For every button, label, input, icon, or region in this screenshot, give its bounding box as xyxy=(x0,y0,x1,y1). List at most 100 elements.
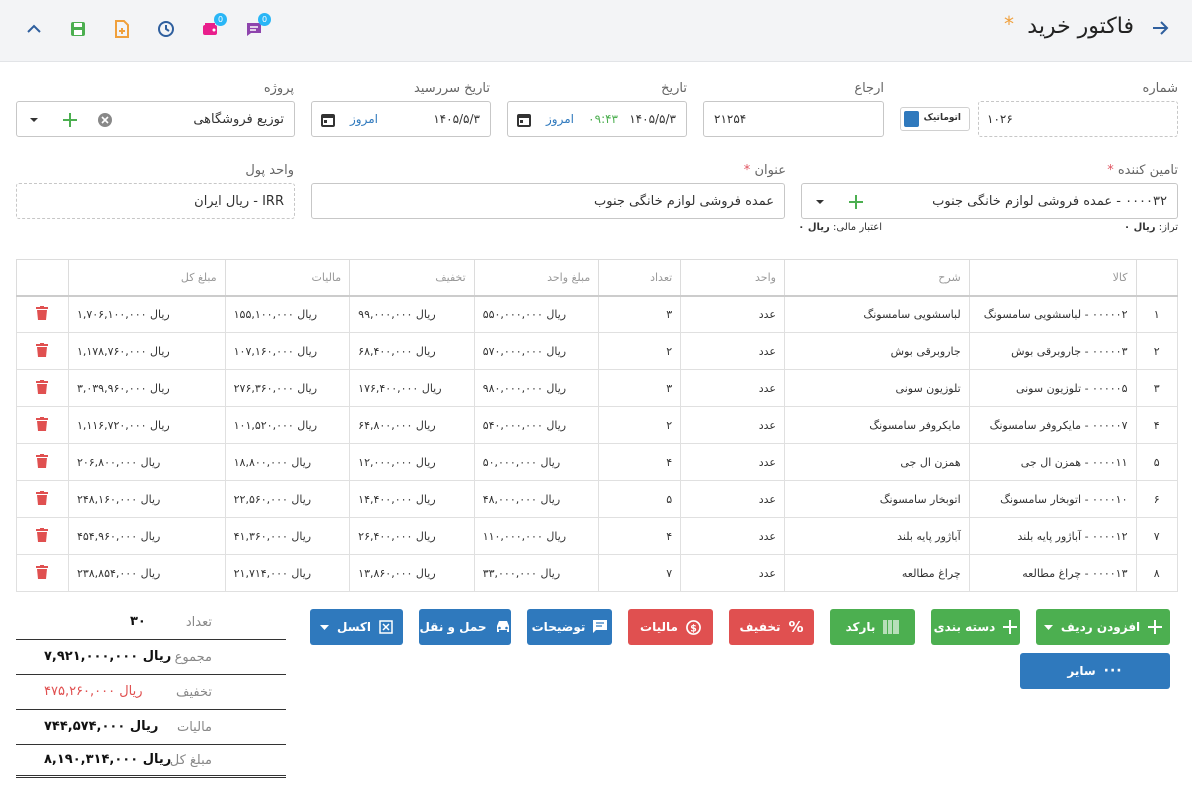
cell-item[interactable]: ۰۰۰۰۱۳ - چراغ مطالعه xyxy=(968,554,1137,592)
chevron-up-icon[interactable] xyxy=(24,19,44,39)
cell-qty[interactable]: ۲ xyxy=(598,332,682,370)
cell-tax[interactable]: ریال ۲۷۶,۳۶۰,۰۰۰ xyxy=(224,369,351,407)
trash-icon[interactable] xyxy=(36,416,49,431)
date-today-link[interactable]: امروز xyxy=(546,112,574,126)
delete-cell[interactable] xyxy=(16,480,69,518)
add-file-icon[interactable] xyxy=(112,19,132,39)
cell-discount[interactable]: ریال ۶۸,۴۰۰,۰۰۰ xyxy=(349,332,475,370)
delete-cell[interactable] xyxy=(16,295,69,333)
cell-tax[interactable]: ریال ۴۱,۳۶۰,۰۰۰ xyxy=(224,517,351,555)
cell-price[interactable]: ریال ۹۸۰,۰۰۰,۰۰۰ xyxy=(473,369,600,407)
cell-total[interactable]: ریال ۳,۰۳۹,۹۶۰,۰۰۰ xyxy=(67,369,226,407)
back-arrow-icon[interactable] xyxy=(1150,18,1170,38)
trash-icon[interactable] xyxy=(36,379,49,394)
cell-qty[interactable]: ۲ xyxy=(598,406,682,444)
delete-cell[interactable] xyxy=(16,517,69,555)
cell-tax[interactable]: ریال ۱۵۵,۱۰۰,۰۰۰ xyxy=(224,295,351,333)
table-row[interactable]: ۶ ۰۰۰۰۱۰ - اتوبخار سامسونگ اتوبخار سامسونگ… xyxy=(16,480,1178,518)
cell-price[interactable]: ریال ۱۱۰,۰۰۰,۰۰۰ xyxy=(473,517,600,555)
table-row[interactable]: ۱ ۰۰۰۰۰۲ - لباسشویی سامسونگ لباسشویی سامسو… xyxy=(16,295,1178,333)
cell-discount[interactable]: ریال ۱۴,۴۰۰,۰۰۰ xyxy=(349,480,475,518)
cell-item[interactable]: ۰۰۰۰۰۷ - مایکروفر سامسونگ xyxy=(968,406,1137,444)
cell-item[interactable]: ۰۰۰۰۰۳ - جاروبرقی بوش xyxy=(968,332,1137,370)
cell-desc[interactable]: مایکروفر سامسونگ xyxy=(783,406,970,444)
cell-unit[interactable]: عدد xyxy=(680,406,785,444)
table-row[interactable]: ۴ ۰۰۰۰۰۷ - مایکروفر سامسونگ مایکروفر سامسو… xyxy=(16,406,1178,444)
cell-discount[interactable]: ریال ۱۷۶,۴۰۰,۰۰۰ xyxy=(349,369,475,407)
cell-total[interactable]: ریال ۲۳۸,۸۵۴,۰۰۰ xyxy=(67,554,226,592)
cell-qty[interactable]: ۳ xyxy=(598,369,682,407)
cell-item[interactable]: ۰۰۰۰۱۲ - آباژور پایه بلند xyxy=(968,517,1137,555)
table-row[interactable]: ۷ ۰۰۰۰۱۲ - آباژور پایه بلند آباژور پایه بل… xyxy=(16,517,1178,555)
delete-cell[interactable] xyxy=(16,332,69,370)
auto-number-toggle[interactable]: اتوماتیک xyxy=(900,107,970,131)
delete-cell[interactable] xyxy=(16,443,69,481)
cell-desc[interactable]: آباژور پایه بلند xyxy=(783,517,970,555)
cell-discount[interactable]: ریال ۱۳,۸۶۰,۰۰۰ xyxy=(349,554,475,592)
excel-button[interactable]: اکسل xyxy=(310,609,403,645)
cell-qty[interactable]: ۷ xyxy=(598,554,682,592)
cell-price[interactable]: ریال ۵۰,۰۰۰,۰۰۰ xyxy=(473,443,600,481)
reference-input[interactable]: ۲۱۲۵۴ xyxy=(703,101,884,137)
caret-down-icon[interactable] xyxy=(1043,624,1053,630)
date-input[interactable]: ۱۴۰۵/۵/۳ ۰۹:۴۳ امروز xyxy=(507,101,687,137)
cell-tax[interactable]: ریال ۱۰۷,۱۶۰,۰۰۰ xyxy=(224,332,351,370)
cell-desc[interactable]: اتوبخار سامسونگ xyxy=(783,480,970,518)
cell-price[interactable]: ریال ۴۸,۰۰۰,۰۰۰ xyxy=(473,480,600,518)
tax-button[interactable]: $ مالیات xyxy=(628,609,713,645)
project-select[interactable]: توزیع فروشگاهی xyxy=(16,101,295,137)
due-date-today-link[interactable]: امروز xyxy=(350,112,378,126)
cell-price[interactable]: ریال ۵۷۰,۰۰۰,۰۰۰ xyxy=(473,332,600,370)
table-row[interactable]: ۳ ۰۰۰۰۰۵ - تلوزیون سونی تلوزیون سونی عدد ۳ ری… xyxy=(16,369,1178,407)
auto-checkbox[interactable] xyxy=(904,111,919,127)
cell-total[interactable]: ریال ۴۵۴,۹۶۰,۰۰۰ xyxy=(67,517,226,555)
chat-button[interactable]: 0 xyxy=(244,13,271,39)
cell-discount[interactable]: ریال ۲۶,۴۰۰,۰۰۰ xyxy=(349,517,475,555)
cell-unit[interactable]: عدد xyxy=(680,295,785,333)
add-supplier-icon[interactable] xyxy=(848,194,864,210)
cell-tax[interactable]: ریال ۱۰۱,۵۲۰,۰۰۰ xyxy=(224,406,351,444)
calendar-icon[interactable] xyxy=(516,112,532,128)
table-row[interactable]: ۲ ۰۰۰۰۰۳ - جاروبرقی بوش جاروبرقی بوش عدد ۲ ری… xyxy=(16,332,1178,370)
cell-discount[interactable]: ریال ۶۴,۸۰۰,۰۰۰ xyxy=(349,406,475,444)
trash-icon[interactable] xyxy=(36,490,49,505)
cell-unit[interactable]: عدد xyxy=(680,517,785,555)
cell-discount[interactable]: ریال ۱۲,۰۰۰,۰۰۰ xyxy=(349,443,475,481)
subject-input[interactable]: عمده فروشی لوازم خانگی جنوب xyxy=(311,183,785,219)
table-row[interactable]: ۵ ۰۰۰۰۱۱ - همزن ال جی همزن ال جی عدد ۴ ریال ۵… xyxy=(16,443,1178,481)
cell-unit[interactable]: عدد xyxy=(680,443,785,481)
dropdown-arrow-icon[interactable] xyxy=(29,117,39,123)
table-row[interactable]: ۸ ۰۰۰۰۱۳ - چراغ مطالعه چراغ مطالعه عدد ۷ ریال… xyxy=(16,554,1178,592)
wallet-button[interactable]: 0 xyxy=(200,13,227,39)
cell-desc[interactable]: جاروبرقی بوش xyxy=(783,332,970,370)
caret-down-icon[interactable] xyxy=(320,624,329,630)
cell-total[interactable]: ریال ۲۰۶,۸۰۰,۰۰۰ xyxy=(67,443,226,481)
cell-desc[interactable]: تلوزیون سونی xyxy=(783,369,970,407)
cell-tax[interactable]: ریال ۲۲,۵۶۰,۰۰۰ xyxy=(224,480,351,518)
cell-total[interactable]: ریال ۲۴۸,۱۶۰,۰۰۰ xyxy=(67,480,226,518)
cell-desc[interactable]: لباسشویی سامسونگ xyxy=(783,295,970,333)
history-clock-icon[interactable] xyxy=(156,19,176,39)
trash-icon[interactable] xyxy=(36,453,49,468)
cell-unit[interactable]: عدد xyxy=(680,480,785,518)
cell-price[interactable]: ریال ۵۵۰,۰۰۰,۰۰۰ xyxy=(473,295,600,333)
cell-total[interactable]: ریال ۱,۱۱۶,۷۲۰,۰۰۰ xyxy=(67,406,226,444)
calendar-icon[interactable] xyxy=(320,112,336,128)
cell-discount[interactable]: ریال ۹۹,۰۰۰,۰۰۰ xyxy=(349,295,475,333)
cell-qty[interactable]: ۴ xyxy=(598,517,682,555)
cell-item[interactable]: ۰۰۰۰۱۰ - اتوبخار سامسونگ xyxy=(968,480,1137,518)
supplier-select[interactable]: ۰۰۰۰۳۲ - عمده فروشی لوازم خانگی جنوب xyxy=(801,183,1178,219)
cell-unit[interactable]: عدد xyxy=(680,554,785,592)
cell-price[interactable]: ریال ۵۴۰,۰۰۰,۰۰۰ xyxy=(473,406,600,444)
trash-icon[interactable] xyxy=(36,527,49,542)
add-project-icon[interactable] xyxy=(62,112,78,128)
trash-icon[interactable] xyxy=(36,305,49,320)
cell-tax[interactable]: ریال ۲۱,۷۱۴,۰۰۰ xyxy=(224,554,351,592)
cell-desc[interactable]: همزن ال جی xyxy=(783,443,970,481)
cell-qty[interactable]: ۳ xyxy=(598,295,682,333)
cell-unit[interactable]: عدد xyxy=(680,332,785,370)
barcode-button[interactable]: بارکد xyxy=(830,609,915,645)
dropdown-arrow-icon[interactable] xyxy=(815,199,825,205)
trash-icon[interactable] xyxy=(36,342,49,357)
cell-price[interactable]: ریال ۳۳,۰۰۰,۰۰۰ xyxy=(473,554,600,592)
